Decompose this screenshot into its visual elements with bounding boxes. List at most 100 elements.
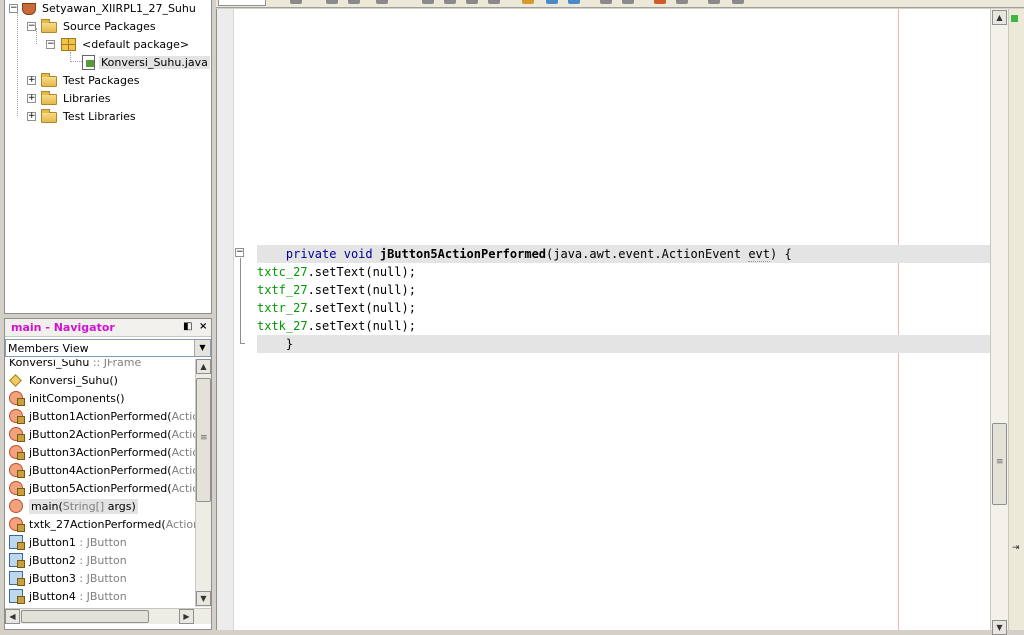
member-name: initComponents()	[29, 391, 125, 405]
scroll-left-icon[interactable]: ◀	[5, 609, 20, 624]
shift-left-icon[interactable]	[600, 0, 612, 4]
field-reference: txtc_27	[257, 265, 308, 279]
scroll-up-icon[interactable]: ▲	[196, 359, 211, 374]
class-type: JFrame	[103, 359, 142, 369]
member-label: jButton3ActionPerformed(ActionEv	[29, 446, 195, 459]
tree-item-java-file[interactable]: Konversi_Suhu.java	[82, 53, 210, 71]
navigator-scrollbar[interactable]: ▲ ▼	[195, 359, 211, 607]
find-next-icon[interactable]	[466, 0, 478, 4]
back-icon[interactable]	[326, 0, 338, 4]
editor-gutter	[217, 9, 234, 630]
expand-icon[interactable]: +	[27, 75, 36, 85]
field-reference: txtk_27	[257, 319, 308, 333]
private-method-icon	[9, 463, 25, 478]
list-item[interactable]: jButton1ActionPerformed(ActionEv	[5, 407, 195, 425]
code-line-method-header[interactable]: private void jButton5ActionPerformed(jav…	[257, 245, 991, 263]
chevron-down-icon[interactable]: ▼	[194, 340, 210, 356]
test-libraries-label: Test Libraries	[63, 109, 136, 123]
tree-item-source-packages[interactable]: − Source Packages	[27, 17, 158, 35]
member-name: jButton3ActionPerformed(	[29, 445, 172, 459]
list-item[interactable]: main(String[] args)	[5, 497, 138, 515]
next-bookmark-icon[interactable]	[568, 0, 580, 4]
fold-collapse-icon[interactable]: −	[235, 248, 244, 257]
member-label: jButton3 : JButton	[29, 572, 127, 585]
list-item[interactable]: jButton2 : JButton	[5, 551, 127, 569]
find-icon[interactable]	[422, 0, 434, 4]
scroll-right-icon[interactable]: ▶	[179, 609, 194, 624]
bookmark-icon[interactable]	[522, 0, 534, 4]
scroll-up-icon[interactable]: ▲	[992, 10, 1007, 25]
navigator-panel: main - Navigator ◧ × Members View ▼ Konv…	[4, 318, 212, 630]
find-previous-icon[interactable]	[444, 0, 456, 4]
list-item[interactable]: jButton3ActionPerformed(ActionEv	[5, 443, 195, 461]
editor-scroll-thumb[interactable]	[992, 423, 1007, 505]
collapse-icon[interactable]: −	[27, 21, 36, 31]
list-item[interactable]: jButton3 : JButton	[5, 569, 127, 587]
code-line-statement[interactable]: txtr_27.setText(null);	[257, 299, 991, 317]
members-view-value: Members View	[8, 341, 89, 355]
minimize-window-icon[interactable]: ◧	[183, 321, 192, 332]
forward-icon[interactable]	[348, 0, 360, 4]
dropdown-icon[interactable]	[290, 0, 302, 4]
tree-item-default-package[interactable]: − <default package>	[46, 35, 191, 53]
fold-end	[240, 343, 245, 344]
shift-right-icon[interactable]	[622, 0, 634, 4]
list-item[interactable]: jButton5ActionPerformed(ActionEv	[5, 479, 195, 497]
default-package-label: <default package>	[82, 37, 190, 51]
toggle-highlight-icon[interactable]	[488, 0, 500, 4]
collapse-icon[interactable]: −	[46, 39, 55, 49]
tree-item-libraries[interactable]: + Libraries	[27, 89, 113, 107]
member-detail: String[]	[62, 499, 105, 513]
member-label: txtk_27ActionPerformed(ActionEv	[29, 518, 195, 531]
list-item-class[interactable]: Konversi_Suhu :: JFrame	[5, 359, 141, 371]
editor-scrollbar[interactable]: ▲ ▼	[990, 9, 1008, 635]
method-params: (java.awt.event.ActionEvent	[546, 247, 749, 261]
tree-item-test-libraries[interactable]: + Test Libraries	[27, 107, 138, 125]
code-line-statement[interactable]: txtf_27.setText(null);	[257, 281, 991, 299]
list-item[interactable]: jButton4 : JButton	[5, 587, 127, 605]
list-item[interactable]: initComponents()	[5, 389, 125, 407]
member-label: main(String[] args)	[29, 498, 138, 514]
member-name: main(	[31, 499, 63, 513]
scroll-thumb[interactable]	[196, 378, 211, 502]
error-stripe[interactable]: ⇥	[1008, 9, 1024, 630]
status-ok-icon	[1011, 15, 1018, 22]
scroll-down-icon[interactable]: ▼	[992, 620, 1007, 635]
field-icon	[9, 553, 25, 568]
expand-icon[interactable]: +	[27, 93, 36, 103]
history-icon[interactable]	[376, 0, 388, 4]
members-view-select[interactable]: Members View ▼	[5, 339, 211, 357]
code-line-closing-brace[interactable]: }	[257, 335, 991, 353]
test-packages-label: Test Packages	[63, 73, 140, 87]
prev-bookmark-icon[interactable]	[546, 0, 558, 4]
collapse-icon[interactable]: −	[9, 3, 18, 13]
code-line-statement[interactable]: txtk_27.setText(null);	[257, 317, 991, 335]
navigator-hscrollbar[interactable]: ◀ ▶	[5, 608, 211, 624]
code-line-statement[interactable]: txtc_27.setText(null);	[257, 263, 991, 281]
list-item[interactable]: jButton1 : JButton	[5, 533, 127, 551]
code-editor[interactable]: − private void jButton5ActionPerformed(j…	[216, 9, 991, 630]
scroll-down-icon[interactable]: ▼	[196, 591, 211, 606]
tree-item-test-packages[interactable]: + Test Packages	[27, 71, 141, 89]
expand-icon[interactable]: +	[27, 111, 36, 121]
comment-icon[interactable]	[708, 0, 720, 4]
list-item[interactable]: jButton2ActionPerformed(ActionEv	[5, 425, 195, 443]
member-tail: args)	[104, 499, 136, 513]
hscroll-thumb[interactable]	[21, 610, 149, 623]
private-method-icon	[9, 409, 25, 424]
member-name: jButton2	[29, 553, 76, 567]
list-item[interactable]: jButton4ActionPerformed(ActionEv	[5, 461, 195, 479]
macro-stop-icon[interactable]	[676, 0, 688, 4]
java-file-icon	[82, 54, 95, 70]
tree-item-project[interactable]: − Setyawan_XIIRPL1_27_Suhu	[9, 0, 198, 17]
method-name: jButton5ActionPerformed	[379, 247, 547, 261]
source-tab[interactable]	[218, 0, 266, 6]
macro-record-icon[interactable]	[654, 0, 666, 4]
close-icon[interactable]: ×	[199, 321, 207, 332]
uncomment-icon[interactable]	[732, 0, 744, 4]
method-params-end: ) {	[770, 247, 792, 261]
list-item[interactable]: txtk_27ActionPerformed(ActionEv	[5, 515, 195, 533]
method-call: .setText(null);	[307, 283, 416, 297]
member-detail: ActionEv	[171, 409, 195, 423]
list-item[interactable]: Konversi_Suhu()	[5, 371, 118, 389]
